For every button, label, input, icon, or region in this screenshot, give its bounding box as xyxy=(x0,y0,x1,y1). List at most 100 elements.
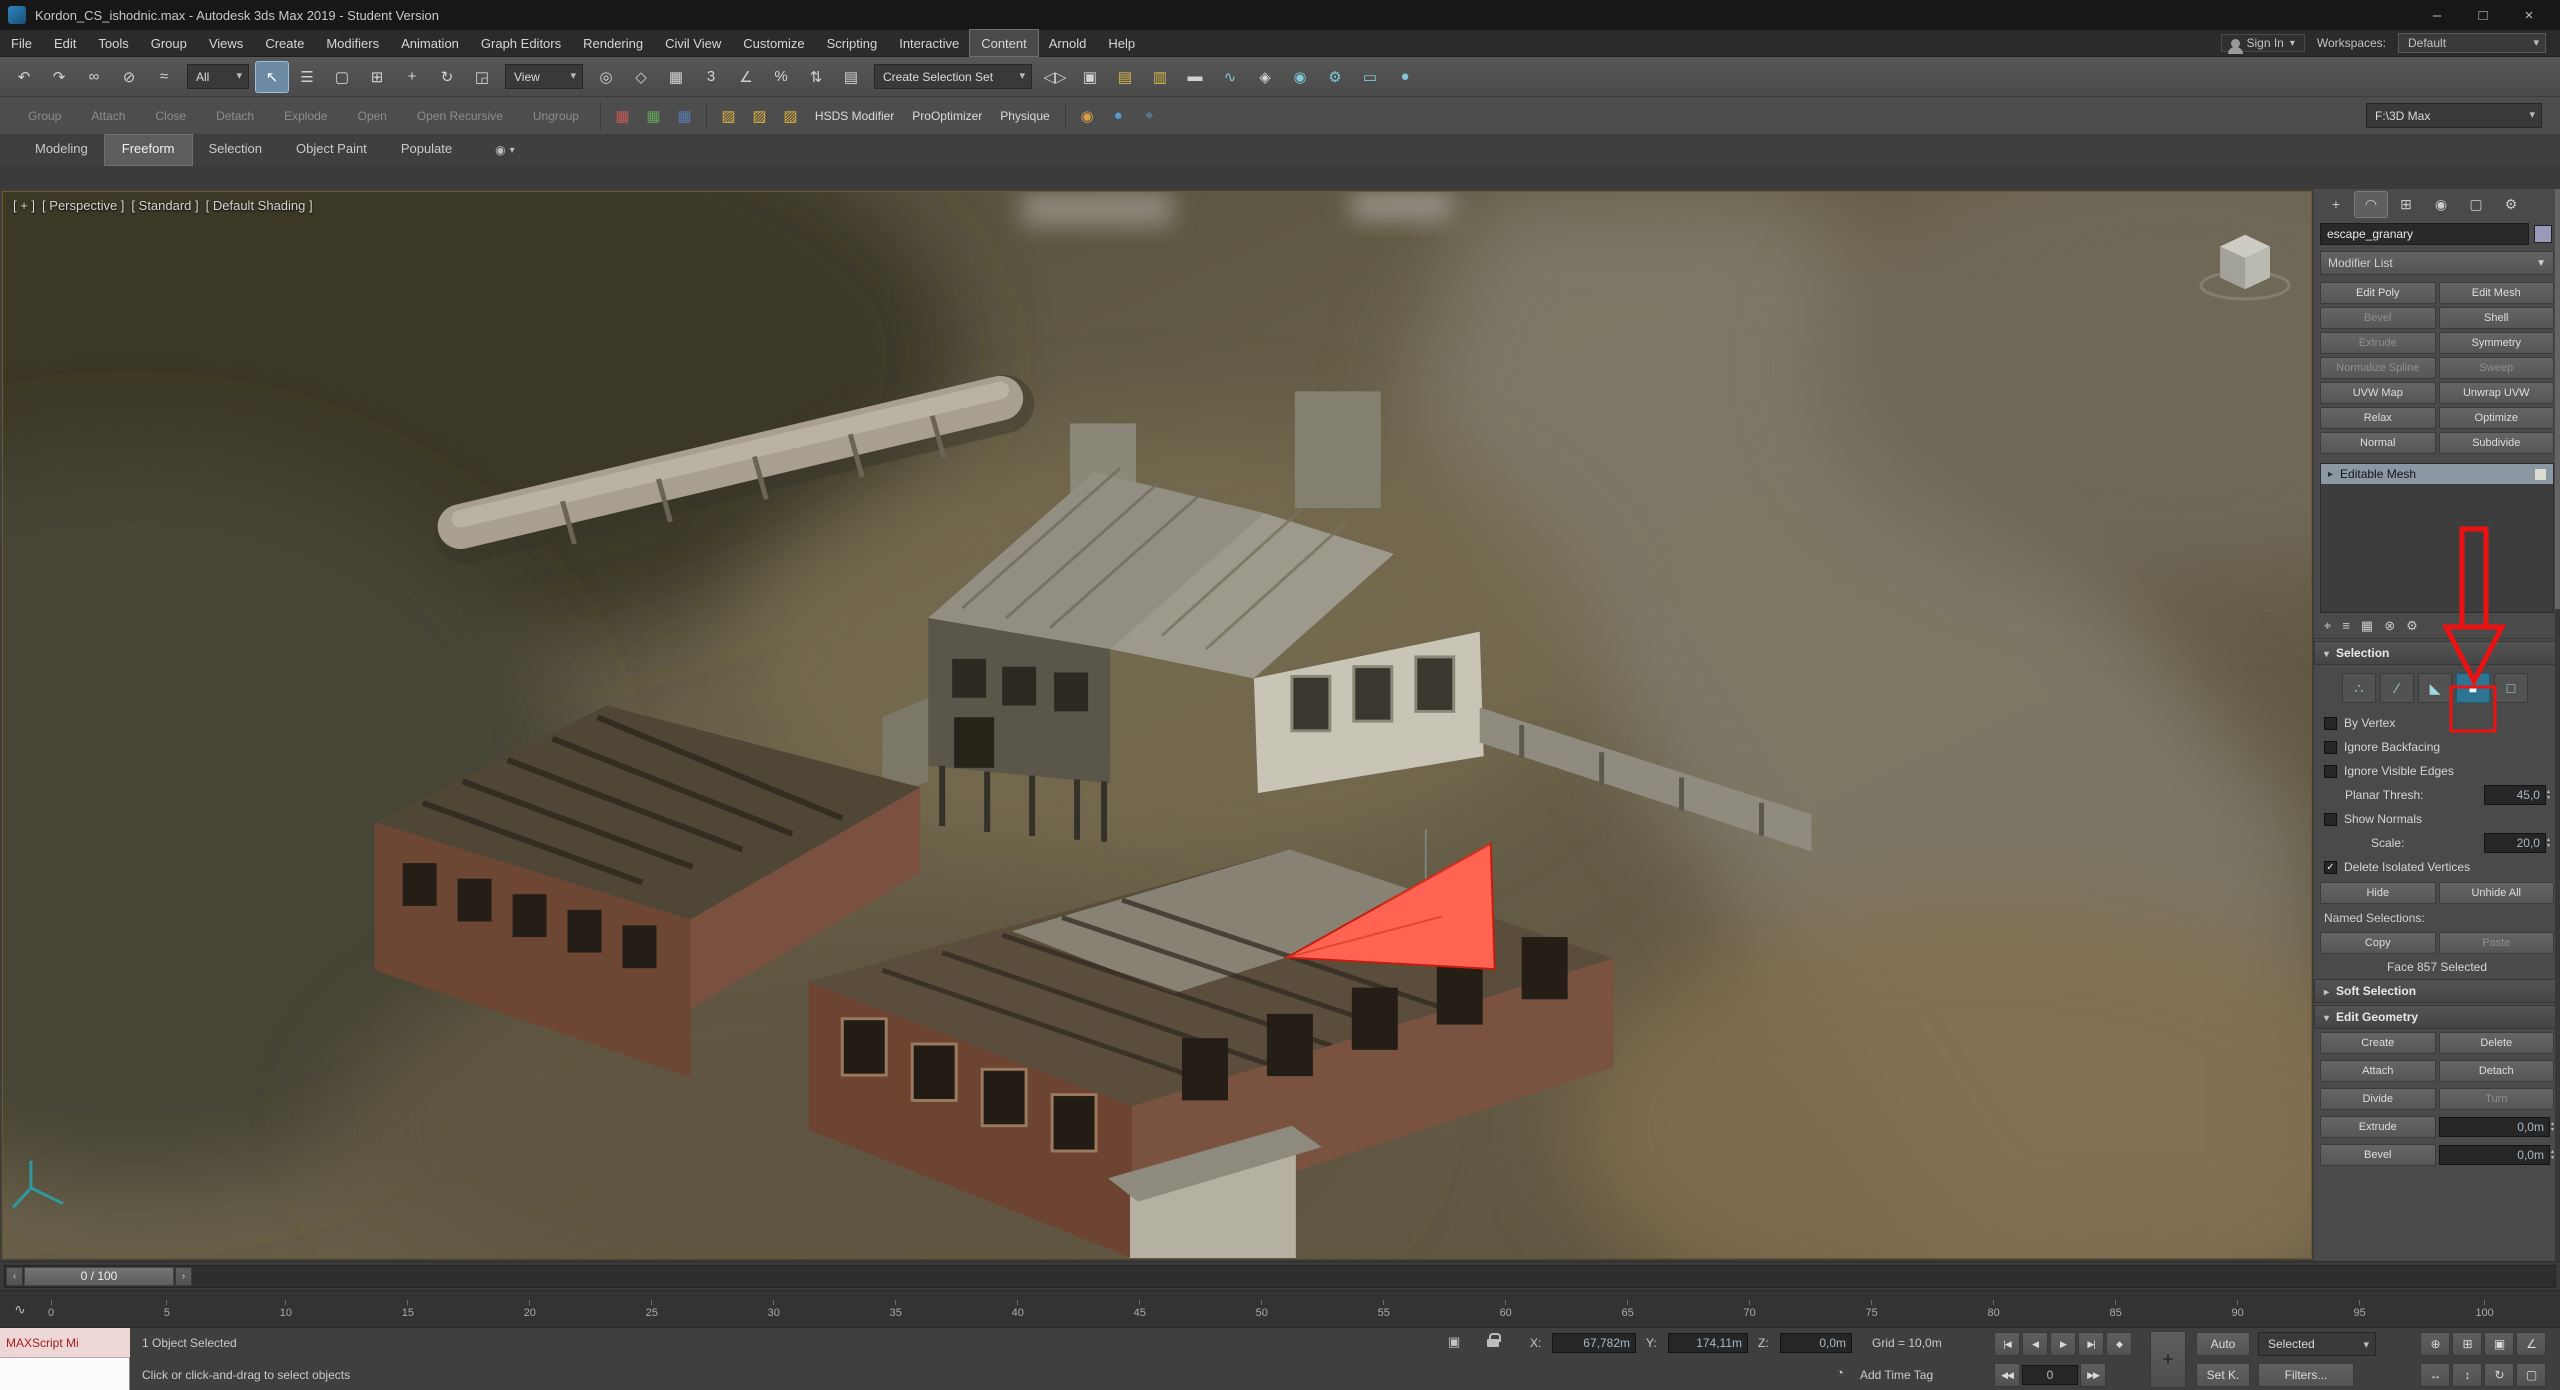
modifier-icon-6[interactable]: ▨ xyxy=(777,102,804,129)
select-and-link-icon[interactable]: ∞ xyxy=(78,62,110,92)
viewport-menu-style[interactable]: [ Standard ] xyxy=(131,198,198,213)
select-object-icon[interactable]: ↖ xyxy=(255,60,289,93)
motion-tab-icon[interactable]: ◉ xyxy=(2425,192,2457,217)
current-frame-field[interactable]: 0 xyxy=(2022,1365,2078,1385)
bevel-button[interactable]: Bevel xyxy=(2320,1144,2436,1166)
select-and-rotate-icon[interactable]: ↻ xyxy=(431,62,463,92)
utilities-tab-icon[interactable]: ⚙ xyxy=(2495,192,2527,217)
undo-icon[interactable]: ↶ xyxy=(8,62,40,92)
prooptimizer-button[interactable]: ProOptimizer xyxy=(904,105,990,127)
frame-tick[interactable]: 25 xyxy=(646,1300,658,1319)
hierarchy-tab-icon[interactable]: ⊞ xyxy=(2390,192,2422,217)
frame-tick[interactable]: 45 xyxy=(1134,1300,1146,1319)
frame-tick[interactable]: 100 xyxy=(2475,1300,2493,1319)
menu-item[interactable]: Content xyxy=(969,29,1039,57)
sweep-button[interactable]: Sweep xyxy=(2438,357,2554,379)
unhide-all-button[interactable]: Unhide All xyxy=(2438,882,2554,904)
orbit-icon[interactable]: ↻ xyxy=(2484,1363,2514,1387)
mirror-icon[interactable]: ◁▷ xyxy=(1039,62,1071,92)
menu-item[interactable]: Interactive xyxy=(888,30,970,56)
select-and-move-icon[interactable]: + xyxy=(396,62,428,92)
ribbon-tab[interactable]: Selection xyxy=(192,135,279,165)
uvw-map-button[interactable]: UVW Map xyxy=(2320,382,2436,404)
modifier-icon-2[interactable]: ▦ xyxy=(640,102,667,129)
select-and-scale-icon[interactable]: ◲ xyxy=(466,62,498,92)
edge-subobject-button[interactable]: ∕ xyxy=(2380,673,2414,703)
frame-tick[interactable]: 90 xyxy=(2231,1300,2243,1319)
menu-item[interactable]: Group xyxy=(140,30,198,56)
schematic-view-icon[interactable]: ◈ xyxy=(1249,62,1281,92)
ribbon-tab[interactable]: Modeling xyxy=(18,135,105,165)
previous-frame-button[interactable]: ◀ xyxy=(2022,1332,2048,1356)
menu-item[interactable]: Civil View xyxy=(654,30,732,56)
relax-button[interactable]: Relax xyxy=(2320,407,2436,429)
modifier-list-dropdown[interactable]: Modifier List ▼ xyxy=(2320,251,2554,275)
project-path-dropdown[interactable]: F:\3D Max xyxy=(2366,103,2542,128)
close-button[interactable]: × xyxy=(2506,0,2552,30)
soft-selection-rollout-header[interactable]: Soft Selection xyxy=(2314,979,2560,1003)
selection-set-dropdown[interactable]: Create Selection Set xyxy=(874,64,1032,89)
ribbon-options-icon[interactable]: ◉ ▾ xyxy=(495,135,515,165)
spinner-arrows[interactable] xyxy=(2547,837,2550,849)
copy-button[interactable]: Copy xyxy=(2320,932,2436,954)
visibility-toggle-icon[interactable] xyxy=(2535,468,2546,480)
menu-item[interactable]: Graph Editors xyxy=(470,30,572,56)
face-subobject-button[interactable]: ◣ xyxy=(2418,673,2452,703)
show-normals-checkbox[interactable] xyxy=(2324,812,2337,826)
y-coordinate-field[interactable]: 174,11m xyxy=(1668,1333,1748,1353)
next-frame-nub[interactable]: › xyxy=(175,1266,192,1286)
previous-frame-nub[interactable]: ‹ xyxy=(6,1266,23,1286)
hide-button[interactable]: Hide xyxy=(2320,882,2436,904)
menu-item[interactable]: Edit xyxy=(43,30,87,56)
detach-geometry-button[interactable]: Detach xyxy=(2438,1060,2554,1082)
menu-item[interactable]: Modifiers xyxy=(315,30,390,56)
polygon-subobject-button[interactable]: ■ xyxy=(2456,673,2490,703)
render-setup-icon[interactable]: ⚙ xyxy=(1319,62,1351,92)
normal-button[interactable]: Normal xyxy=(2320,432,2436,454)
frame-tick[interactable]: 10 xyxy=(280,1300,292,1319)
set-key-button[interactable]: Set K. xyxy=(2196,1363,2250,1387)
frame-tick[interactable]: 80 xyxy=(1988,1300,2000,1319)
object-color-swatch[interactable] xyxy=(2534,225,2552,243)
ribbon-tab[interactable]: Object Paint xyxy=(279,135,384,165)
keyboard-shortcut-override-icon[interactable]: ▦ xyxy=(660,62,692,92)
bevel-modifier-button[interactable]: Bevel xyxy=(2320,307,2436,329)
extrude-modifier-button[interactable]: Extrude xyxy=(2320,332,2436,354)
unlink-selection-icon[interactable]: ⊘ xyxy=(113,62,145,92)
maximize-viewport-icon[interactable]: ▢ xyxy=(2516,1363,2546,1387)
explode-button[interactable]: Explode xyxy=(270,105,341,127)
menu-item[interactable]: Scripting xyxy=(816,30,889,56)
sign-in-button[interactable]: Sign In ▾ xyxy=(2221,34,2305,54)
workspace-select[interactable]: Default xyxy=(2398,33,2546,53)
element-subobject-button[interactable]: □ xyxy=(2494,673,2528,703)
frame-tick[interactable]: 65 xyxy=(1622,1300,1634,1319)
frame-tick[interactable]: 20 xyxy=(524,1300,536,1319)
percent-snap-icon[interactable]: % xyxy=(765,62,797,92)
viewport-menu-shading[interactable]: [ Default Shading ] xyxy=(206,198,313,213)
character-icon[interactable]: ◉ xyxy=(1074,102,1101,129)
walk-through-icon[interactable]: ↕ xyxy=(2452,1363,2482,1387)
previous-key-button[interactable]: ◀◀ xyxy=(1994,1363,2020,1387)
physique-button[interactable]: Physique xyxy=(992,105,1057,127)
modifier-icon-5[interactable]: ▨ xyxy=(746,102,773,129)
frame-tick[interactable]: 30 xyxy=(768,1300,780,1319)
edit-geometry-rollout-header[interactable]: Edit Geometry xyxy=(2314,1005,2560,1029)
named-selection-sets-icon[interactable]: ▤ xyxy=(835,62,867,92)
make-unique-icon[interactable]: ▦ xyxy=(2361,618,2373,634)
frame-tick[interactable]: 0 xyxy=(48,1300,54,1319)
turn-button[interactable]: Turn xyxy=(2438,1088,2554,1110)
normals-scale-field[interactable]: 20,0 xyxy=(2483,833,2546,853)
expand-icon[interactable]: ▸ xyxy=(2328,469,2333,480)
next-key-button[interactable]: ▶▶ xyxy=(2080,1363,2106,1387)
scene-explorer-icon[interactable]: ▤ xyxy=(1109,62,1141,92)
key-mode-toggle-button[interactable]: ◆ xyxy=(2106,1332,2132,1356)
material-editor-icon[interactable]: ◉ xyxy=(1284,62,1316,92)
create-button[interactable]: Create xyxy=(2320,1032,2436,1054)
unwrap-uvw-button[interactable]: Unwrap UVW xyxy=(2438,382,2554,404)
menu-item[interactable]: Create xyxy=(254,30,315,56)
modifier-icon-1[interactable]: ▦ xyxy=(609,102,636,129)
selection-lock-icon[interactable] xyxy=(1486,1333,1502,1348)
vertex-subobject-button[interactable]: ∴ xyxy=(2342,673,2376,703)
optimize-button[interactable]: Optimize xyxy=(2438,407,2554,429)
symmetry-button[interactable]: Symmetry xyxy=(2438,332,2554,354)
